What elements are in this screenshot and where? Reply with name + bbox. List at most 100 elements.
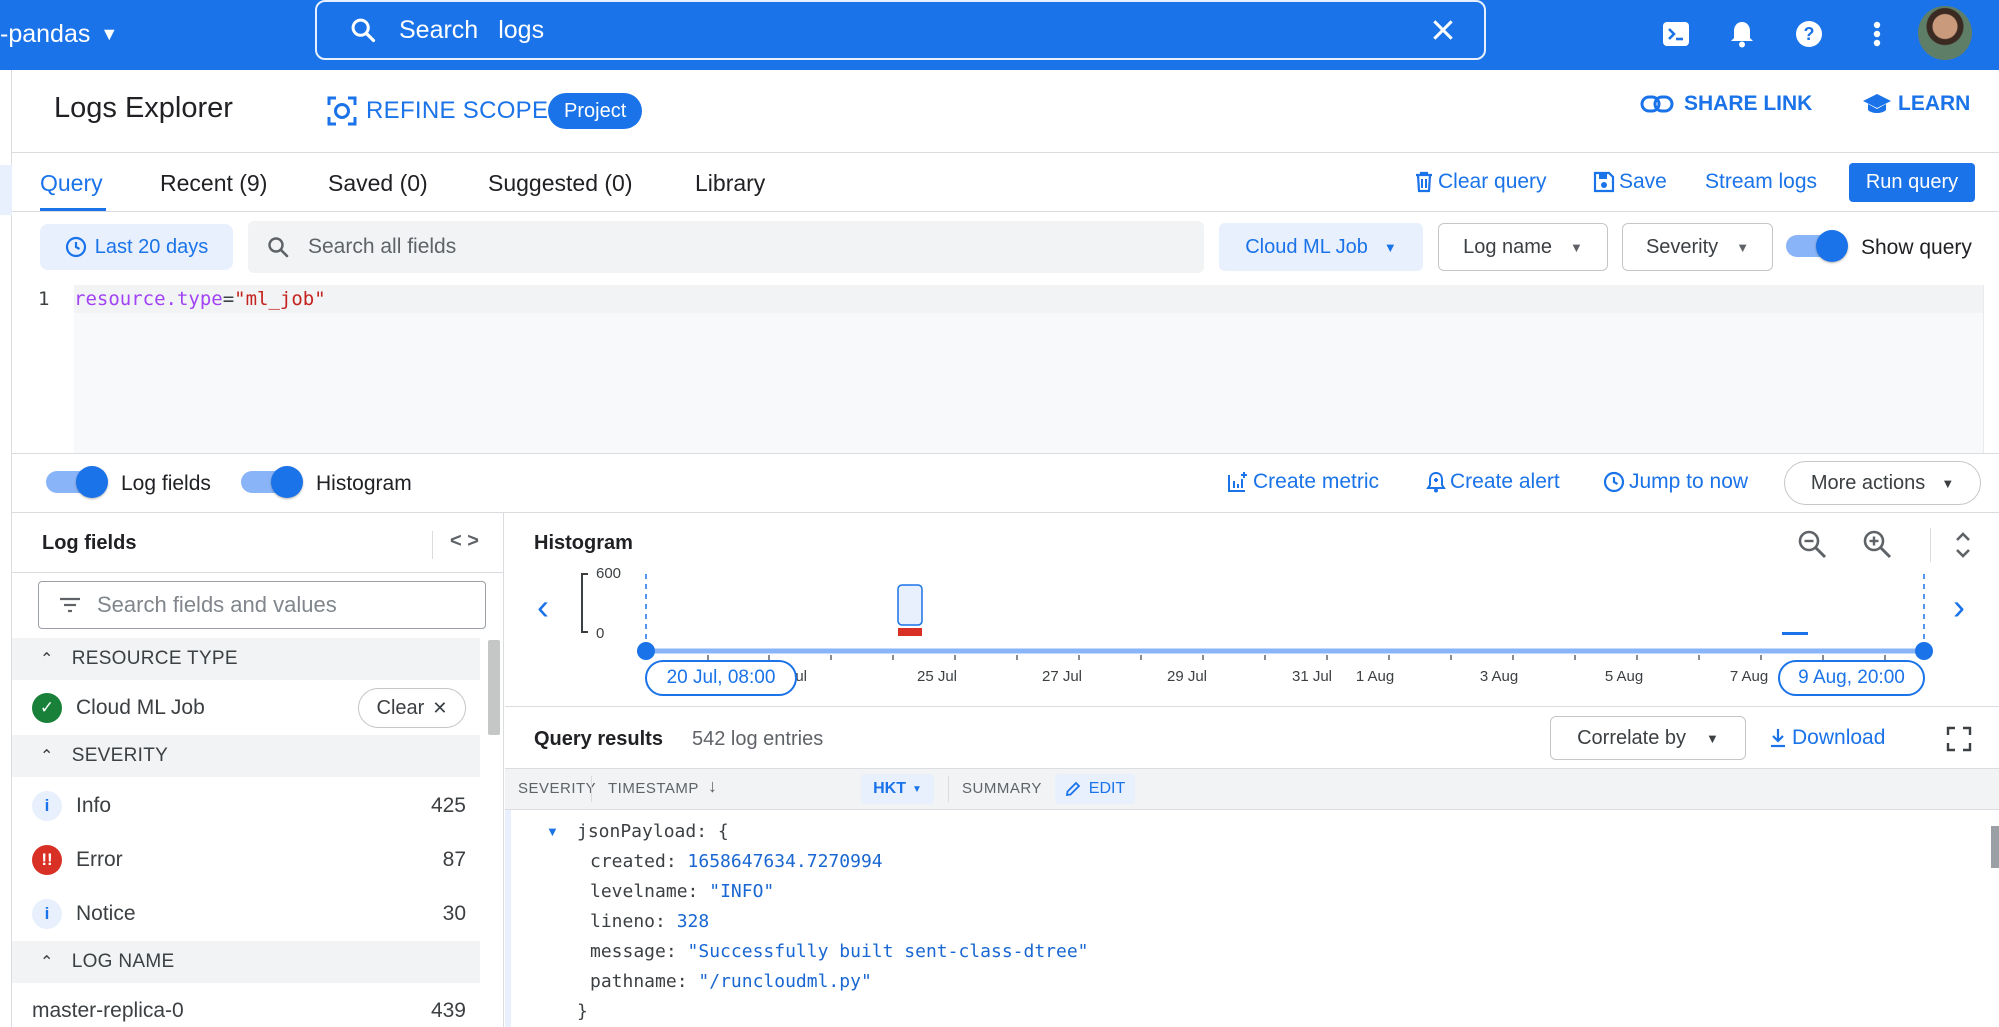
range-start-chip[interactable]: 20 Jul, 08:00: [645, 660, 797, 696]
search-input[interactable]: logs: [498, 16, 1430, 45]
tab-query[interactable]: Query: [40, 170, 103, 197]
more-actions-dropdown[interactable]: More actions ▼: [1784, 461, 1981, 505]
log-fields-title: Log fields: [42, 532, 137, 554]
close-icon[interactable]: [1430, 17, 1456, 43]
list-item[interactable]: i Info 425: [12, 779, 480, 833]
scope-badge: Project: [548, 93, 643, 129]
notifications-bell-icon[interactable]: [1722, 14, 1762, 54]
field-value-name: Error: [76, 848, 123, 871]
json-value: "Successfully built sent-class-dtree": [687, 941, 1089, 962]
clear-label: Clear: [376, 696, 425, 719]
expand-collapse-icon[interactable]: [1953, 529, 1973, 566]
section-label: SEVERITY: [71, 745, 169, 766]
tab-suggested[interactable]: Suggested (0): [488, 170, 632, 197]
code-brackets-icon[interactable]: < >: [450, 530, 479, 553]
histogram-bar-small[interactable]: [1782, 632, 1808, 635]
x-tick-label: 7 Aug: [1730, 668, 1768, 685]
jump-to-now-button[interactable]: Jump to now: [1603, 470, 1748, 494]
create-metric-button[interactable]: Create metric: [1227, 470, 1379, 494]
tab-saved[interactable]: Saved (0): [328, 170, 428, 197]
histogram-bar-info[interactable]: [897, 584, 923, 626]
trash-icon: [1416, 171, 1432, 193]
x-tick-label: 29 Jul: [1167, 668, 1207, 685]
chevron-down-icon: ▼: [1383, 239, 1397, 255]
tab-recent[interactable]: Recent (9): [160, 170, 267, 197]
severity-dropdown[interactable]: Severity ▼: [1622, 223, 1773, 271]
results-scrollbar[interactable]: [1991, 826, 1999, 868]
divider: [12, 572, 504, 573]
project-selector[interactable]: -pandas ▼: [0, 14, 118, 54]
chevron-right-icon[interactable]: ›: [1953, 586, 1965, 628]
correlate-by-dropdown[interactable]: Correlate by ▼: [1550, 716, 1746, 760]
field-value-count: 87: [442, 848, 466, 871]
learn-button[interactable]: LEARN: [1862, 92, 1970, 116]
log-fields-scrollbar[interactable]: [488, 640, 500, 735]
range-end-handle[interactable]: [1915, 642, 1933, 660]
clear-query-button[interactable]: Clear query: [1414, 170, 1547, 194]
help-icon[interactable]: ?: [1789, 14, 1829, 54]
tab-library[interactable]: Library: [695, 170, 765, 197]
field-value-count: 30: [442, 902, 466, 925]
refine-scope-button[interactable]: REFINE SCOPE: [326, 92, 548, 130]
histogram-title: Histogram: [534, 532, 633, 554]
section-severity[interactable]: ⌃ SEVERITY: [12, 735, 480, 777]
query-code-line[interactable]: resource.type="ml_job": [74, 288, 326, 310]
json-key: lineno: [590, 911, 656, 932]
chevron-up-icon: ⌃: [40, 651, 54, 668]
clock-icon: [65, 236, 86, 258]
column-severity[interactable]: SEVERITY: [518, 780, 596, 797]
json-key: created: [590, 851, 666, 872]
column-timestamp[interactable]: TIMESTAMP: [608, 780, 699, 797]
create-alert-button[interactable]: Create alert: [1426, 470, 1560, 494]
arrow-down-icon[interactable]: ↓: [708, 776, 717, 797]
list-item[interactable]: master-replica-0 439: [12, 984, 480, 1027]
histogram-toggle[interactable]: [241, 466, 303, 498]
save-button[interactable]: Save: [1593, 170, 1667, 194]
more-vert-icon[interactable]: [1857, 14, 1897, 54]
resource-filter-dropdown[interactable]: Cloud ML Job ▼: [1219, 223, 1423, 271]
range-start-handle[interactable]: [637, 642, 655, 660]
chevron-down-icon[interactable]: ▼: [546, 824, 559, 839]
fullscreen-icon[interactable]: [1946, 726, 1972, 757]
editor-scrollbar[interactable]: [1983, 285, 1999, 453]
edit-label: EDIT: [1088, 780, 1126, 797]
save-label: Save: [1619, 170, 1667, 193]
edit-summary-button[interactable]: EDIT: [1055, 774, 1135, 804]
download-button[interactable]: Download: [1768, 726, 1885, 750]
save-icon: [1593, 171, 1615, 193]
clear-filter-button[interactable]: Clear ✕: [358, 688, 466, 728]
chevron-up-icon: ⌃: [40, 954, 54, 971]
code-key: resource.type: [74, 288, 223, 310]
json-field: lineno: 328: [590, 911, 710, 932]
json-field: levelname: "INFO": [590, 881, 775, 902]
stream-logs-button[interactable]: Stream logs: [1705, 170, 1817, 194]
selected-row-indicator: [505, 810, 511, 1027]
column-summary[interactable]: SUMMARY: [962, 780, 1042, 797]
section-log-name[interactable]: ⌃ LOG NAME: [12, 941, 480, 983]
list-item[interactable]: ✓ Cloud ML Job Clear ✕: [12, 681, 480, 735]
divider: [591, 776, 592, 802]
search-bar[interactable]: Search logs: [315, 0, 1486, 60]
list-item[interactable]: i Notice 30: [12, 887, 480, 941]
share-link-button[interactable]: SHARE LINK: [1640, 92, 1812, 116]
create-alert-label: Create alert: [1450, 470, 1560, 493]
cloud-shell-icon[interactable]: [1656, 14, 1696, 54]
histogram-bar-error[interactable]: [898, 628, 922, 636]
run-query-button[interactable]: Run query: [1849, 163, 1975, 202]
log-name-dropdown[interactable]: Log name ▼: [1438, 223, 1608, 271]
avatar[interactable]: [1918, 6, 1972, 60]
search-all-fields-input[interactable]: Search all fields: [248, 221, 1204, 273]
log-fields-toggle[interactable]: [46, 466, 108, 498]
list-item[interactable]: !! Error 87: [12, 833, 480, 887]
search-label: Search: [399, 15, 479, 44]
field-value-count: 425: [430, 794, 466, 817]
json-key: message: [590, 941, 666, 962]
section-resource-type[interactable]: ⌃ RESOURCE TYPE: [12, 638, 480, 680]
download-label: Download: [1792, 726, 1886, 749]
json-value: "INFO": [709, 881, 775, 902]
timezone-selector[interactable]: HKT ▼: [861, 774, 934, 804]
time-range-chip[interactable]: Last 20 days: [40, 224, 233, 270]
range-end-chip[interactable]: 9 Aug, 20:00: [1778, 660, 1925, 696]
show-query-toggle[interactable]: [1786, 230, 1848, 262]
search-fields-input[interactable]: Search fields and values: [38, 581, 486, 629]
